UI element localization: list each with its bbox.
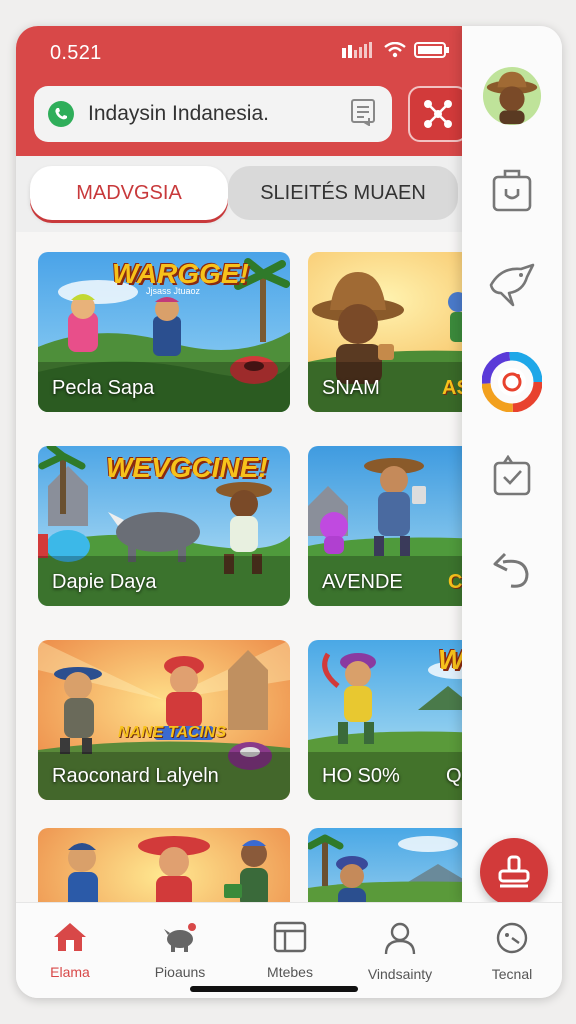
nav-label: Pioauns	[154, 964, 206, 980]
game-card[interactable]: WEVGCINE! Dapie Daya	[38, 446, 290, 606]
status-time: 0.521	[50, 42, 102, 64]
card-title: HO S0%	[322, 765, 400, 787]
signal-icon	[342, 42, 372, 58]
clock-icon	[496, 922, 528, 954]
card-title: Raoconard Lalyeln	[52, 765, 219, 787]
nav-pioauns[interactable]: Pioauns	[130, 921, 230, 980]
undo-button[interactable]	[482, 542, 542, 602]
game-card[interactable]: NANE TACINS Raoconard Lalyeln	[38, 640, 290, 800]
fab-button[interactable]	[480, 838, 548, 906]
bird-icon	[489, 263, 535, 307]
card-banner: W	[438, 644, 462, 675]
card-badge: AS	[442, 377, 462, 399]
game-card[interactable]	[308, 828, 462, 902]
game-card[interactable]: AVENDE C	[308, 446, 462, 606]
bag-button[interactable]	[482, 160, 542, 220]
bottom-nav: Elama Pioauns Mtebes Vindsainty Tecnal	[16, 902, 562, 998]
nav-tecnal[interactable]: Tecnal	[462, 921, 562, 982]
game-card[interactable]: WARGGE! Jjsass Jtuaoz Pecla Sapa	[38, 252, 290, 412]
card-artwork	[308, 828, 462, 902]
bookmark-icon[interactable]	[350, 98, 376, 131]
card-banner: NANE TACINS	[118, 724, 227, 741]
home-indicator[interactable]	[190, 986, 358, 992]
status-icons	[342, 42, 450, 58]
card-badge: Q	[446, 765, 462, 787]
nav-mtebes[interactable]: Mtebes	[240, 921, 340, 980]
color-ring-icon	[482, 352, 542, 412]
nav-label: Elama	[50, 964, 90, 980]
undo-icon	[493, 552, 529, 588]
search-input[interactable]: Indaysin Indanesia.	[88, 102, 350, 126]
card-subtitle: Jjsass Jtuaoz	[146, 286, 201, 296]
wifi-icon	[384, 42, 406, 58]
side-rail	[462, 26, 562, 902]
check-icon	[493, 455, 531, 496]
share-icon	[424, 100, 452, 128]
card-banner: WEVGCINE!	[106, 452, 268, 483]
card-title: Pecla Sapa	[52, 377, 155, 399]
card-title: Dapie Daya	[52, 571, 157, 593]
avatar[interactable]	[482, 66, 542, 126]
check-button[interactable]	[482, 446, 542, 506]
rhino-icon	[164, 923, 196, 952]
main-panel: 0.521 Indaysin Indanesia. MADVGSIA SLIEI…	[16, 26, 462, 998]
game-grid: WARGGE! Jjsass Jtuaoz Pecla Sapa SNAM A …	[16, 232, 462, 902]
share-button[interactable]	[408, 86, 462, 142]
tab-madvgsia[interactable]: MADVGSIA	[30, 166, 228, 220]
user-icon	[384, 922, 416, 955]
game-card[interactable]: SNAM AS	[308, 252, 462, 412]
search-bar[interactable]: Indaysin Indanesia.	[34, 86, 392, 142]
battery-icon	[414, 42, 449, 58]
stamp-icon	[498, 855, 530, 888]
tab-slieites-muaen[interactable]: SLIEITÉS MUAEN	[228, 166, 458, 220]
phone-icon	[48, 101, 74, 127]
game-card[interactable]	[38, 828, 290, 902]
card-badge: C	[448, 571, 462, 593]
nav-home[interactable]: Elama	[20, 921, 120, 980]
game-card[interactable]: W HO S0% Q	[308, 640, 462, 800]
bag-icon	[492, 169, 532, 212]
card-title: AVENDE	[322, 571, 403, 593]
nav-label: Mtebes	[267, 964, 313, 980]
nav-vindsainty[interactable]: Vindsainty	[350, 921, 450, 982]
home-icon	[54, 923, 86, 951]
phone-screen: 0.521 Indaysin Indanesia. MADVGSIA SLIEI…	[16, 26, 562, 998]
nav-label: Tecnal	[491, 966, 533, 982]
app-header: 0.521 Indaysin Indanesia.	[16, 26, 462, 156]
card-artwork	[38, 828, 290, 902]
bird-button[interactable]	[482, 254, 542, 314]
card-title: SNAM	[322, 377, 380, 399]
color-ring-button[interactable]	[482, 352, 542, 412]
avatar-icon	[482, 66, 542, 126]
calendar-icon	[273, 921, 307, 953]
nav-label: Vindsainty	[367, 966, 433, 982]
